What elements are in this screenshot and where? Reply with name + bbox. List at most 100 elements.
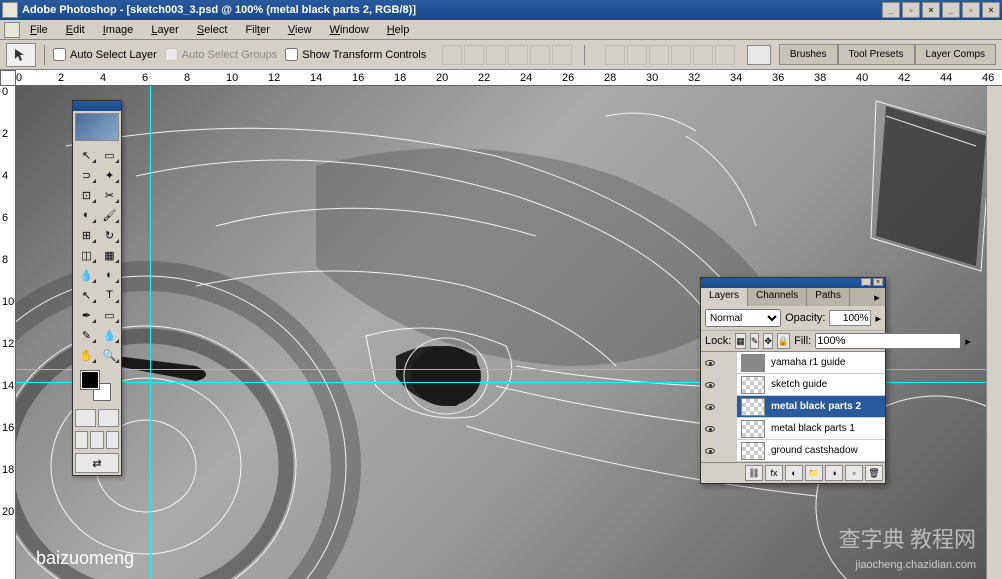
fill-arrow-icon[interactable]: ▸ — [965, 335, 971, 348]
zoom-tool[interactable]: 🔍 — [98, 345, 121, 365]
layer-fx-button[interactable]: fx — [765, 465, 783, 481]
lock-all-button[interactable]: 🔒 — [777, 333, 790, 349]
healing-tool[interactable]: ◐ — [75, 205, 98, 225]
toolbox-titlebar[interactable] — [73, 101, 121, 111]
panel-minimize-button[interactable]: _ — [861, 278, 871, 286]
layer-thumbnail[interactable] — [741, 420, 765, 438]
lasso-tool[interactable]: ⊃ — [75, 165, 98, 185]
gradient-tool[interactable]: ▦ — [98, 245, 121, 265]
delete-layer-button[interactable]: 🗑 — [865, 465, 883, 481]
move-tool[interactable]: ↖ — [75, 145, 98, 165]
layer-link-slot[interactable] — [719, 374, 737, 396]
new-layer-button[interactable]: ▫ — [845, 465, 863, 481]
fill-input[interactable] — [815, 333, 961, 349]
brushes-tab[interactable]: Brushes — [779, 44, 838, 65]
lock-position-button[interactable]: ✥ — [763, 333, 773, 349]
crop-tool[interactable]: ⊡ — [75, 185, 98, 205]
layer-name-label[interactable]: metal black parts 1 — [769, 423, 885, 434]
screen-standard-button[interactable] — [75, 431, 88, 449]
layer-item[interactable]: metal black parts 1 — [701, 418, 885, 440]
ruler-horizontal[interactable]: 0246810121416182022242628303234363840424… — [16, 70, 1002, 86]
restore-button[interactable]: ▫ — [902, 2, 920, 18]
menu-edit[interactable]: Edit — [58, 22, 93, 38]
menu-help[interactable]: Help — [379, 22, 418, 38]
adjustment-layer-button[interactable]: ◑ — [825, 465, 843, 481]
shape-tool[interactable]: ▭ — [98, 305, 121, 325]
paths-tab[interactable]: Paths — [807, 288, 850, 306]
layer-name-label[interactable]: yamaha r1 guide — [769, 357, 885, 368]
layer-link-slot[interactable] — [719, 418, 737, 440]
layers-tab[interactable]: Layers — [701, 288, 748, 306]
tool-presets-tab[interactable]: Tool Presets — [838, 44, 915, 65]
eyedropper-tool[interactable]: 💧 — [98, 325, 121, 345]
screen-full-button[interactable] — [106, 431, 119, 449]
panel-titlebar[interactable]: _ × — [701, 278, 885, 288]
marquee-tool[interactable]: ▭ — [98, 145, 121, 165]
menu-view[interactable]: View — [280, 22, 320, 38]
standard-mode-button[interactable] — [75, 409, 96, 427]
eraser-tool[interactable]: ◫ — [75, 245, 98, 265]
menu-layer[interactable]: Layer — [143, 22, 187, 38]
layer-thumbnail[interactable] — [741, 398, 765, 416]
imageready-button[interactable]: ⇄ — [75, 453, 119, 473]
layers-panel[interactable]: _ × Layers Channels Paths ▸ Normal Opaci… — [700, 277, 886, 484]
type-tool[interactable]: T — [98, 285, 121, 305]
layer-comps-tab[interactable]: Layer Comps — [915, 44, 996, 65]
layer-mask-button[interactable]: ◐ — [785, 465, 803, 481]
panel-menu-button[interactable]: ▸ — [869, 288, 885, 306]
tool-preview[interactable] — [6, 43, 36, 67]
layer-name-label[interactable]: sketch guide — [769, 379, 885, 390]
layer-name-label[interactable]: metal black parts 2 — [769, 401, 885, 412]
layer-link-slot[interactable] — [719, 352, 737, 374]
path-tool[interactable]: ↖ — [75, 285, 98, 305]
opacity-arrow-icon[interactable]: ▸ — [875, 312, 881, 325]
layer-visibility-toggle[interactable] — [701, 396, 719, 418]
menu-filter[interactable]: Filter — [237, 22, 277, 38]
minimize-button[interactable]: _ — [882, 2, 900, 18]
menu-window[interactable]: Window — [322, 22, 377, 38]
stamp-tool[interactable]: ⊞ — [75, 225, 98, 245]
ruler-vertical[interactable]: 02468101214161820 — [0, 86, 16, 579]
doc-minimize-button[interactable]: _ — [942, 2, 960, 18]
pen-tool[interactable]: ✒ — [75, 305, 98, 325]
layer-visibility-toggle[interactable] — [701, 374, 719, 396]
layer-link-slot[interactable] — [719, 396, 737, 418]
vertical-scrollbar[interactable] — [986, 86, 1002, 579]
layer-item[interactable]: ground castshadow — [701, 440, 885, 462]
show-transform-checkbox[interactable]: Show Transform Controls — [285, 48, 426, 61]
layer-link-slot[interactable] — [719, 440, 737, 462]
lock-transparency-button[interactable]: ▦ — [735, 333, 746, 349]
doc-close-button[interactable]: × — [982, 2, 1000, 18]
doc-restore-button[interactable]: ▫ — [962, 2, 980, 18]
layer-thumbnail[interactable] — [741, 376, 765, 394]
toolbox[interactable]: ↖▭⊃✦⊡✂◐🖌⊞↻◫▦💧◐↖T✒▭✎💧✋🔍 ⇄ — [72, 100, 122, 476]
palette-well-button[interactable] — [747, 45, 771, 65]
blur-tool[interactable]: 💧 — [75, 265, 98, 285]
menu-image[interactable]: Image — [95, 22, 142, 38]
screen-full-menu-button[interactable] — [90, 431, 103, 449]
new-folder-button[interactable]: 📁 — [805, 465, 823, 481]
channels-tab[interactable]: Channels — [748, 288, 807, 306]
hand-tool[interactable]: ✋ — [75, 345, 98, 365]
brush-tool[interactable]: 🖌 — [98, 205, 121, 225]
blend-mode-select[interactable]: Normal — [705, 309, 781, 327]
auto-select-layer-checkbox[interactable]: Auto Select Layer — [53, 48, 157, 61]
dodge-tool[interactable]: ◐ — [98, 265, 121, 285]
lock-pixels-button[interactable]: ✎ — [750, 333, 760, 349]
foreground-color-swatch[interactable] — [81, 371, 99, 389]
panel-close-button[interactable]: × — [873, 278, 883, 286]
opacity-input[interactable] — [829, 310, 871, 326]
quickmask-mode-button[interactable] — [98, 409, 119, 427]
layer-name-label[interactable]: ground castshadow — [769, 445, 885, 456]
ruler-origin[interactable] — [0, 70, 16, 86]
layer-visibility-toggle[interactable] — [701, 352, 719, 374]
layer-thumbnail[interactable] — [741, 354, 765, 372]
menu-select[interactable]: Select — [189, 22, 236, 38]
layer-item[interactable]: metal black parts 2 — [701, 396, 885, 418]
notes-tool[interactable]: ✎ — [75, 325, 98, 345]
history-brush-tool[interactable]: ↻ — [98, 225, 121, 245]
layer-visibility-toggle[interactable] — [701, 418, 719, 440]
layer-item[interactable]: sketch guide — [701, 374, 885, 396]
layer-thumbnail[interactable] — [741, 442, 765, 460]
menu-file[interactable]: File — [22, 22, 56, 38]
